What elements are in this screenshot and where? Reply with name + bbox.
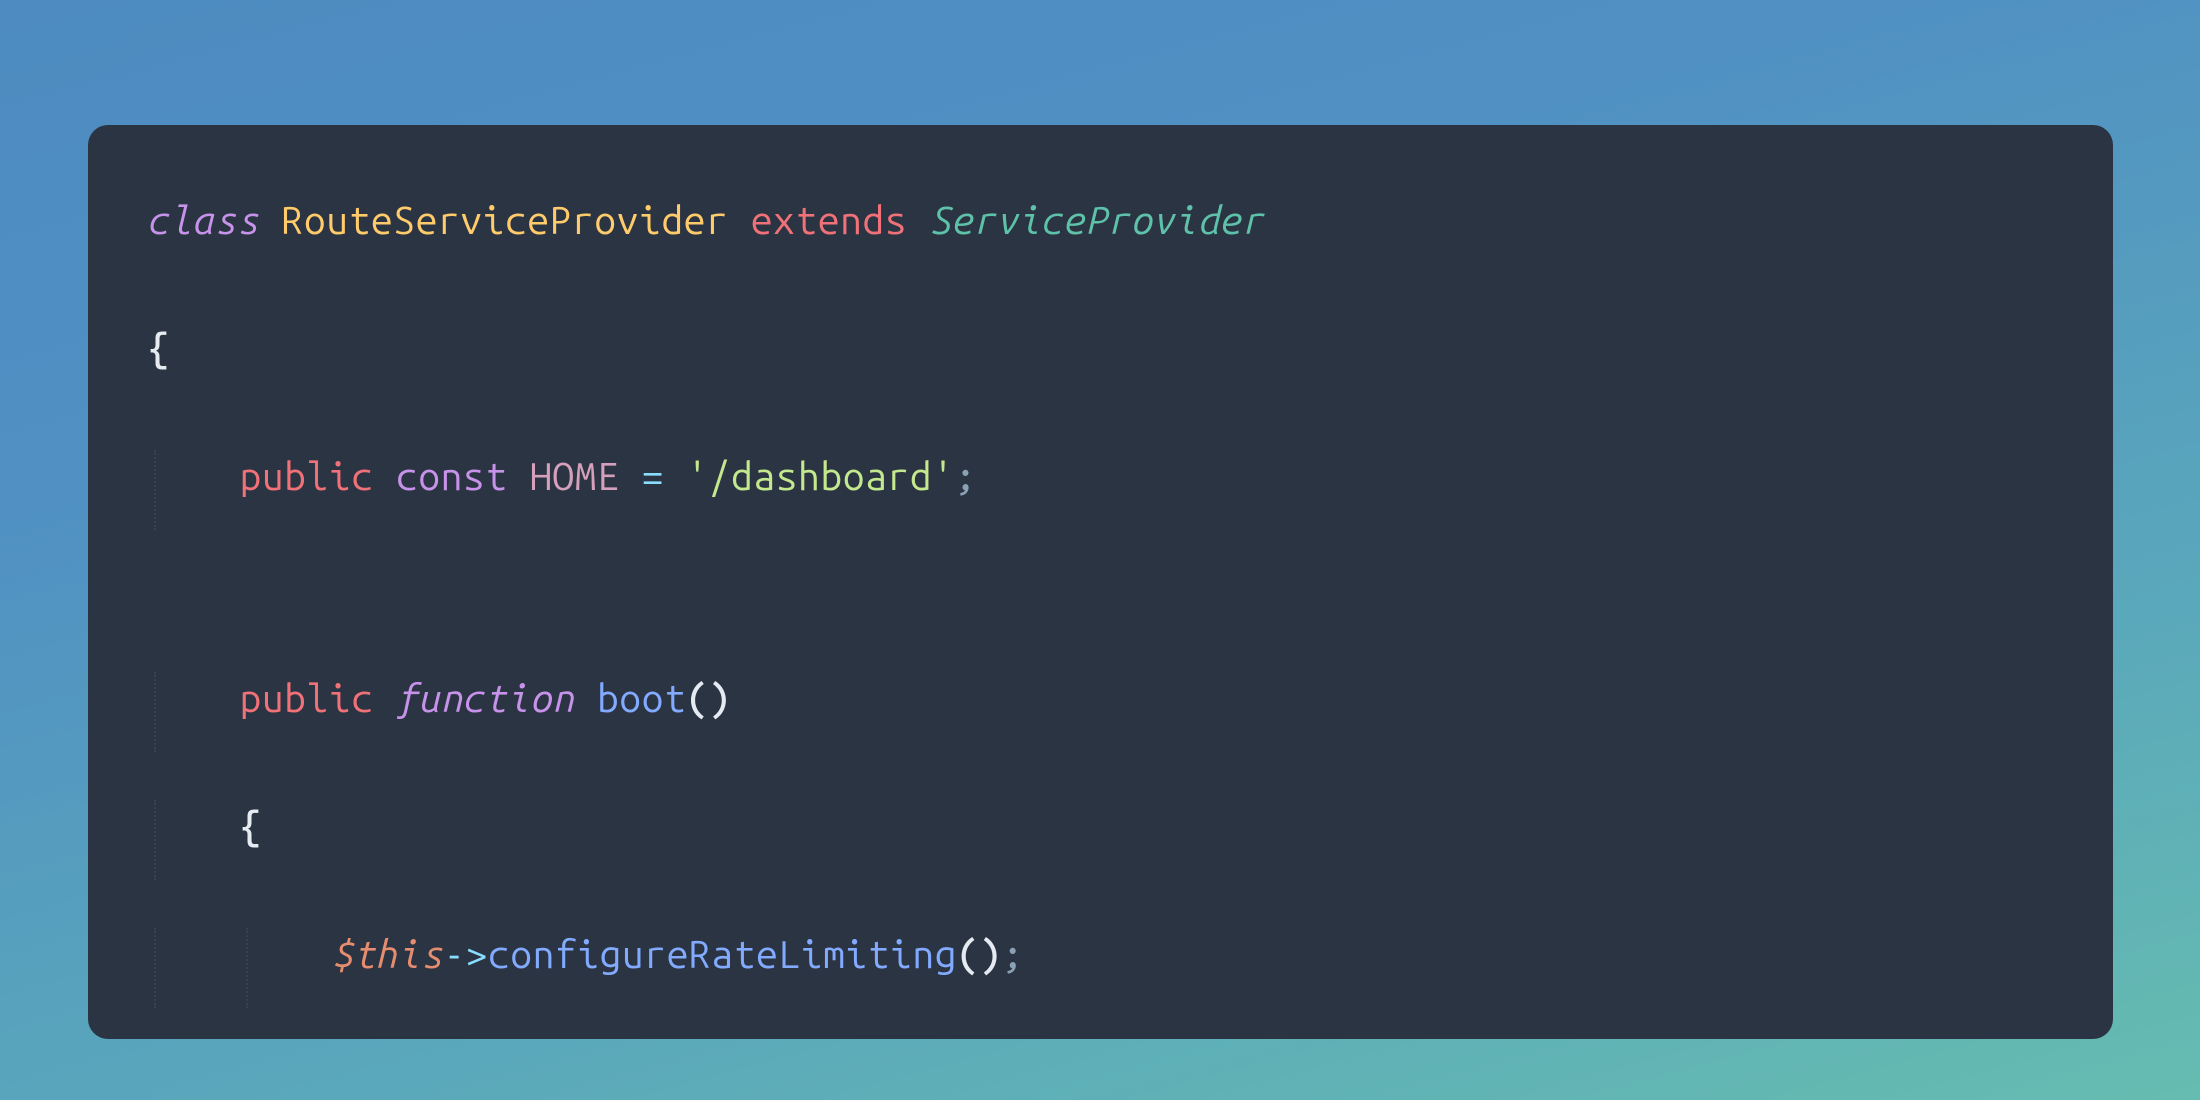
variable-this: $this (332, 931, 444, 979)
string-literal: '/dashboard' (686, 453, 954, 501)
keyword-class: class (148, 197, 260, 245)
code-line-4: public function boot() (148, 675, 2053, 723)
keyword-function: function (396, 675, 575, 723)
code-editor-window: class RouteServiceProvider extends Servi… (88, 125, 2113, 1039)
keyword-extends: extends (751, 197, 907, 245)
brace-open: { (148, 325, 170, 373)
arrow-operator: -> (443, 931, 488, 979)
modifier-public: public (240, 675, 374, 723)
parentheses: () (686, 675, 731, 723)
code-line-6: $this->configureRateLimiting(); (148, 931, 2053, 979)
method-name: boot (597, 675, 686, 723)
operator-equals: = (642, 453, 664, 501)
parent-class-name: ServiceProvider (929, 197, 1264, 245)
code-line-3: public const HOME = '/dashboard'; (148, 453, 2053, 501)
semicolon: ; (1002, 931, 1024, 979)
method-call: configureRateLimiting (488, 931, 957, 979)
brace-open: { (240, 803, 262, 851)
code-line-1: class RouteServiceProvider extends Servi… (148, 197, 2053, 245)
class-name: RouteServiceProvider (282, 197, 729, 245)
modifier-public: public (240, 453, 374, 501)
code-line-2: { (148, 325, 2053, 373)
constant-name: HOME (530, 453, 619, 501)
semicolon: ; (954, 453, 976, 501)
code-line-5: { (148, 803, 2053, 851)
parentheses: () (957, 931, 1002, 979)
keyword-const: const (396, 453, 508, 501)
